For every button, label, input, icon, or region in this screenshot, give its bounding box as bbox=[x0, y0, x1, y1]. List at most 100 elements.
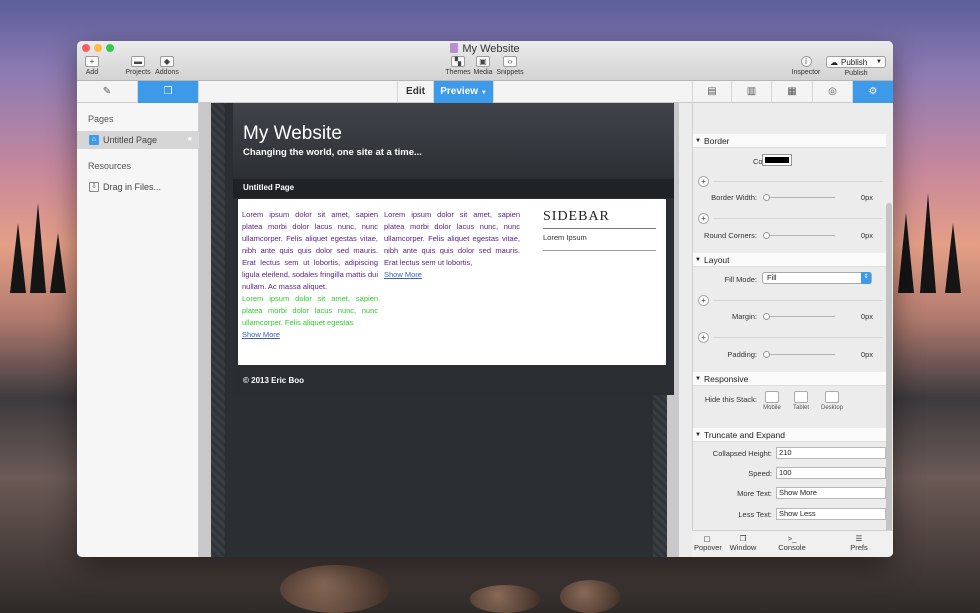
inspector-scrollbar[interactable] bbox=[886, 203, 892, 533]
desktop-label: Desktop bbox=[820, 405, 843, 411]
site-nav: Untitled Page bbox=[233, 179, 674, 198]
cloud-upload-icon: ☁ bbox=[830, 58, 838, 67]
slider-thumb[interactable] bbox=[763, 232, 770, 239]
column-1-text: Lorem ipsum dolor sit amet, sapien plate… bbox=[242, 210, 378, 291]
inspector-tab-layout[interactable]: ▦ bbox=[772, 81, 813, 103]
popover-icon: ▢ bbox=[703, 534, 711, 543]
add-button[interactable]: + Add bbox=[82, 56, 102, 77]
section-responsive[interactable]: Responsive bbox=[693, 372, 886, 386]
padding-value: 0px bbox=[860, 350, 873, 359]
margin-slider[interactable] bbox=[763, 313, 835, 320]
window-button[interactable]: ❐ Window bbox=[729, 534, 757, 552]
media-icon: ▣ bbox=[476, 56, 490, 67]
inspector-panel: Border Color: + Border Width: 0px + Roun… bbox=[692, 103, 893, 557]
gear-icon: ⚙ bbox=[868, 86, 878, 97]
site-footer: © 2013 Eric Boo bbox=[243, 376, 305, 385]
speed-label: Speed: bbox=[748, 469, 772, 478]
divider bbox=[713, 300, 883, 301]
prefs-button[interactable]: ☰ Prefs bbox=[847, 534, 871, 552]
round-corners-label: Round Corners: bbox=[704, 231, 757, 240]
publish-dropdown[interactable]: ☁ Publish ▼ bbox=[826, 56, 886, 68]
column-2-text: Lorem ipsum dolor sit amet, sapien plate… bbox=[384, 210, 520, 267]
more-text-field[interactable]: Show More bbox=[776, 487, 886, 499]
sliders-icon: ☰ bbox=[855, 534, 863, 543]
rock bbox=[280, 565, 390, 613]
wrench-icon: ✎ bbox=[102, 86, 112, 97]
resources-item-label: Drag in Files... bbox=[103, 182, 162, 192]
document-icon bbox=[450, 43, 459, 53]
home-page-icon: ⌂ bbox=[89, 135, 99, 145]
console-label: Console bbox=[778, 543, 806, 552]
inspector-tab-header[interactable]: ▥ bbox=[732, 81, 772, 103]
inspector-tab-style[interactable]: ◎ bbox=[813, 81, 853, 103]
preview-label: Preview bbox=[440, 86, 479, 97]
speed-field[interactable]: 100 bbox=[776, 467, 886, 479]
nav-link-untitled-page[interactable]: Untitled Page bbox=[243, 183, 294, 192]
add-round-corners-button[interactable]: + bbox=[698, 213, 709, 224]
slider-thumb[interactable] bbox=[763, 313, 770, 320]
tab-pages[interactable]: ❐ bbox=[138, 81, 199, 103]
collapsed-height-field[interactable]: 210 bbox=[776, 447, 886, 459]
tablet-label: Tablet bbox=[792, 405, 809, 411]
projects-button[interactable]: ▬ Projects bbox=[125, 56, 151, 77]
pages-sidebar: Pages ⌂ Untitled Page ★ Resources ⇩ Drag… bbox=[77, 103, 199, 557]
projects-icon: ▬ bbox=[131, 56, 145, 67]
border-color-well[interactable] bbox=[762, 154, 792, 166]
console-button[interactable]: >_ Console bbox=[777, 534, 807, 552]
margin-value: 0px bbox=[860, 312, 873, 321]
desktop-toggle[interactable]: Desktop bbox=[815, 391, 849, 411]
less-text-field[interactable]: Show Less bbox=[776, 508, 886, 520]
site-preview: My Website Changing the world, one site … bbox=[233, 103, 674, 395]
popover-button[interactable]: ▢ Popover bbox=[694, 534, 722, 552]
content-column-2: Lorem ipsum dolor sit amet, sapien plate… bbox=[384, 209, 520, 281]
rock bbox=[560, 580, 620, 613]
round-corners-slider[interactable] bbox=[763, 232, 835, 239]
add-padding-button[interactable]: + bbox=[698, 332, 709, 343]
show-more-link[interactable]: Show More bbox=[242, 330, 280, 339]
section-border[interactable]: Border bbox=[693, 134, 886, 148]
add-border-button[interactable]: + bbox=[698, 176, 709, 187]
tab-edit[interactable]: Edit bbox=[397, 81, 434, 103]
publish-button-label: Publish bbox=[841, 58, 868, 67]
addons-icon: ◆ bbox=[160, 56, 174, 67]
less-text-label: Less Text: bbox=[738, 510, 772, 519]
code-icon: ‹› bbox=[503, 56, 517, 67]
padding-slider[interactable] bbox=[763, 351, 835, 358]
resources-drop-zone[interactable]: ⇩ Drag in Files... bbox=[77, 178, 199, 196]
snippets-label: Snippets bbox=[496, 69, 524, 76]
slider-thumb[interactable] bbox=[763, 194, 770, 201]
inspector-label: Inspector bbox=[791, 69, 821, 76]
media-button[interactable]: ▣ Media bbox=[472, 56, 494, 77]
inspector-tab-settings[interactable]: ⚙ bbox=[853, 81, 893, 103]
tree-silhouette bbox=[945, 223, 961, 293]
popover-label: Popover bbox=[694, 543, 722, 552]
slider-thumb[interactable] bbox=[763, 351, 770, 358]
tab-preview[interactable]: Preview ▼ bbox=[434, 81, 494, 103]
info-icon: i bbox=[800, 56, 812, 67]
inspector-tab-page[interactable]: ▤ bbox=[692, 81, 732, 103]
divider bbox=[713, 181, 883, 182]
sidebar-item-untitled-page[interactable]: ⌂ Untitled Page ★ bbox=[77, 131, 199, 149]
addons-button[interactable]: ◆ Addons bbox=[154, 56, 180, 77]
header-icon: ▥ bbox=[746, 86, 757, 97]
sidebar-divider bbox=[543, 228, 656, 229]
section-layout[interactable]: Layout bbox=[693, 253, 886, 267]
snippets-button[interactable]: ‹› Snippets bbox=[496, 56, 524, 77]
border-width-slider[interactable] bbox=[763, 194, 835, 201]
tab-tools[interactable]: ✎ bbox=[77, 81, 138, 103]
show-more-link[interactable]: Show More bbox=[384, 270, 422, 279]
themes-label: Themes bbox=[445, 69, 471, 76]
margin-label: Margin: bbox=[731, 312, 757, 321]
column-1-green-text: Lorem ipsum dolor sit amet, sapien plate… bbox=[242, 294, 378, 327]
site-tagline: Changing the world, one site at a time..… bbox=[243, 147, 422, 158]
add-margin-button[interactable]: + bbox=[698, 295, 709, 306]
sidebar-title: SIDEBAR bbox=[543, 209, 610, 224]
section-truncate-expand[interactable]: Truncate and Expand bbox=[693, 428, 886, 442]
fill-mode-label: Fill Mode: bbox=[724, 275, 757, 284]
mobile-label: Mobile bbox=[763, 405, 781, 411]
themes-button[interactable]: ▚ Themes bbox=[445, 56, 471, 77]
chevron-down-icon: ▼ bbox=[480, 90, 487, 96]
inspector-button[interactable]: i Inspector bbox=[790, 56, 822, 77]
tablet-toggle[interactable]: Tablet bbox=[784, 391, 818, 411]
fill-mode-select[interactable]: Fill ⇕ bbox=[762, 272, 872, 284]
